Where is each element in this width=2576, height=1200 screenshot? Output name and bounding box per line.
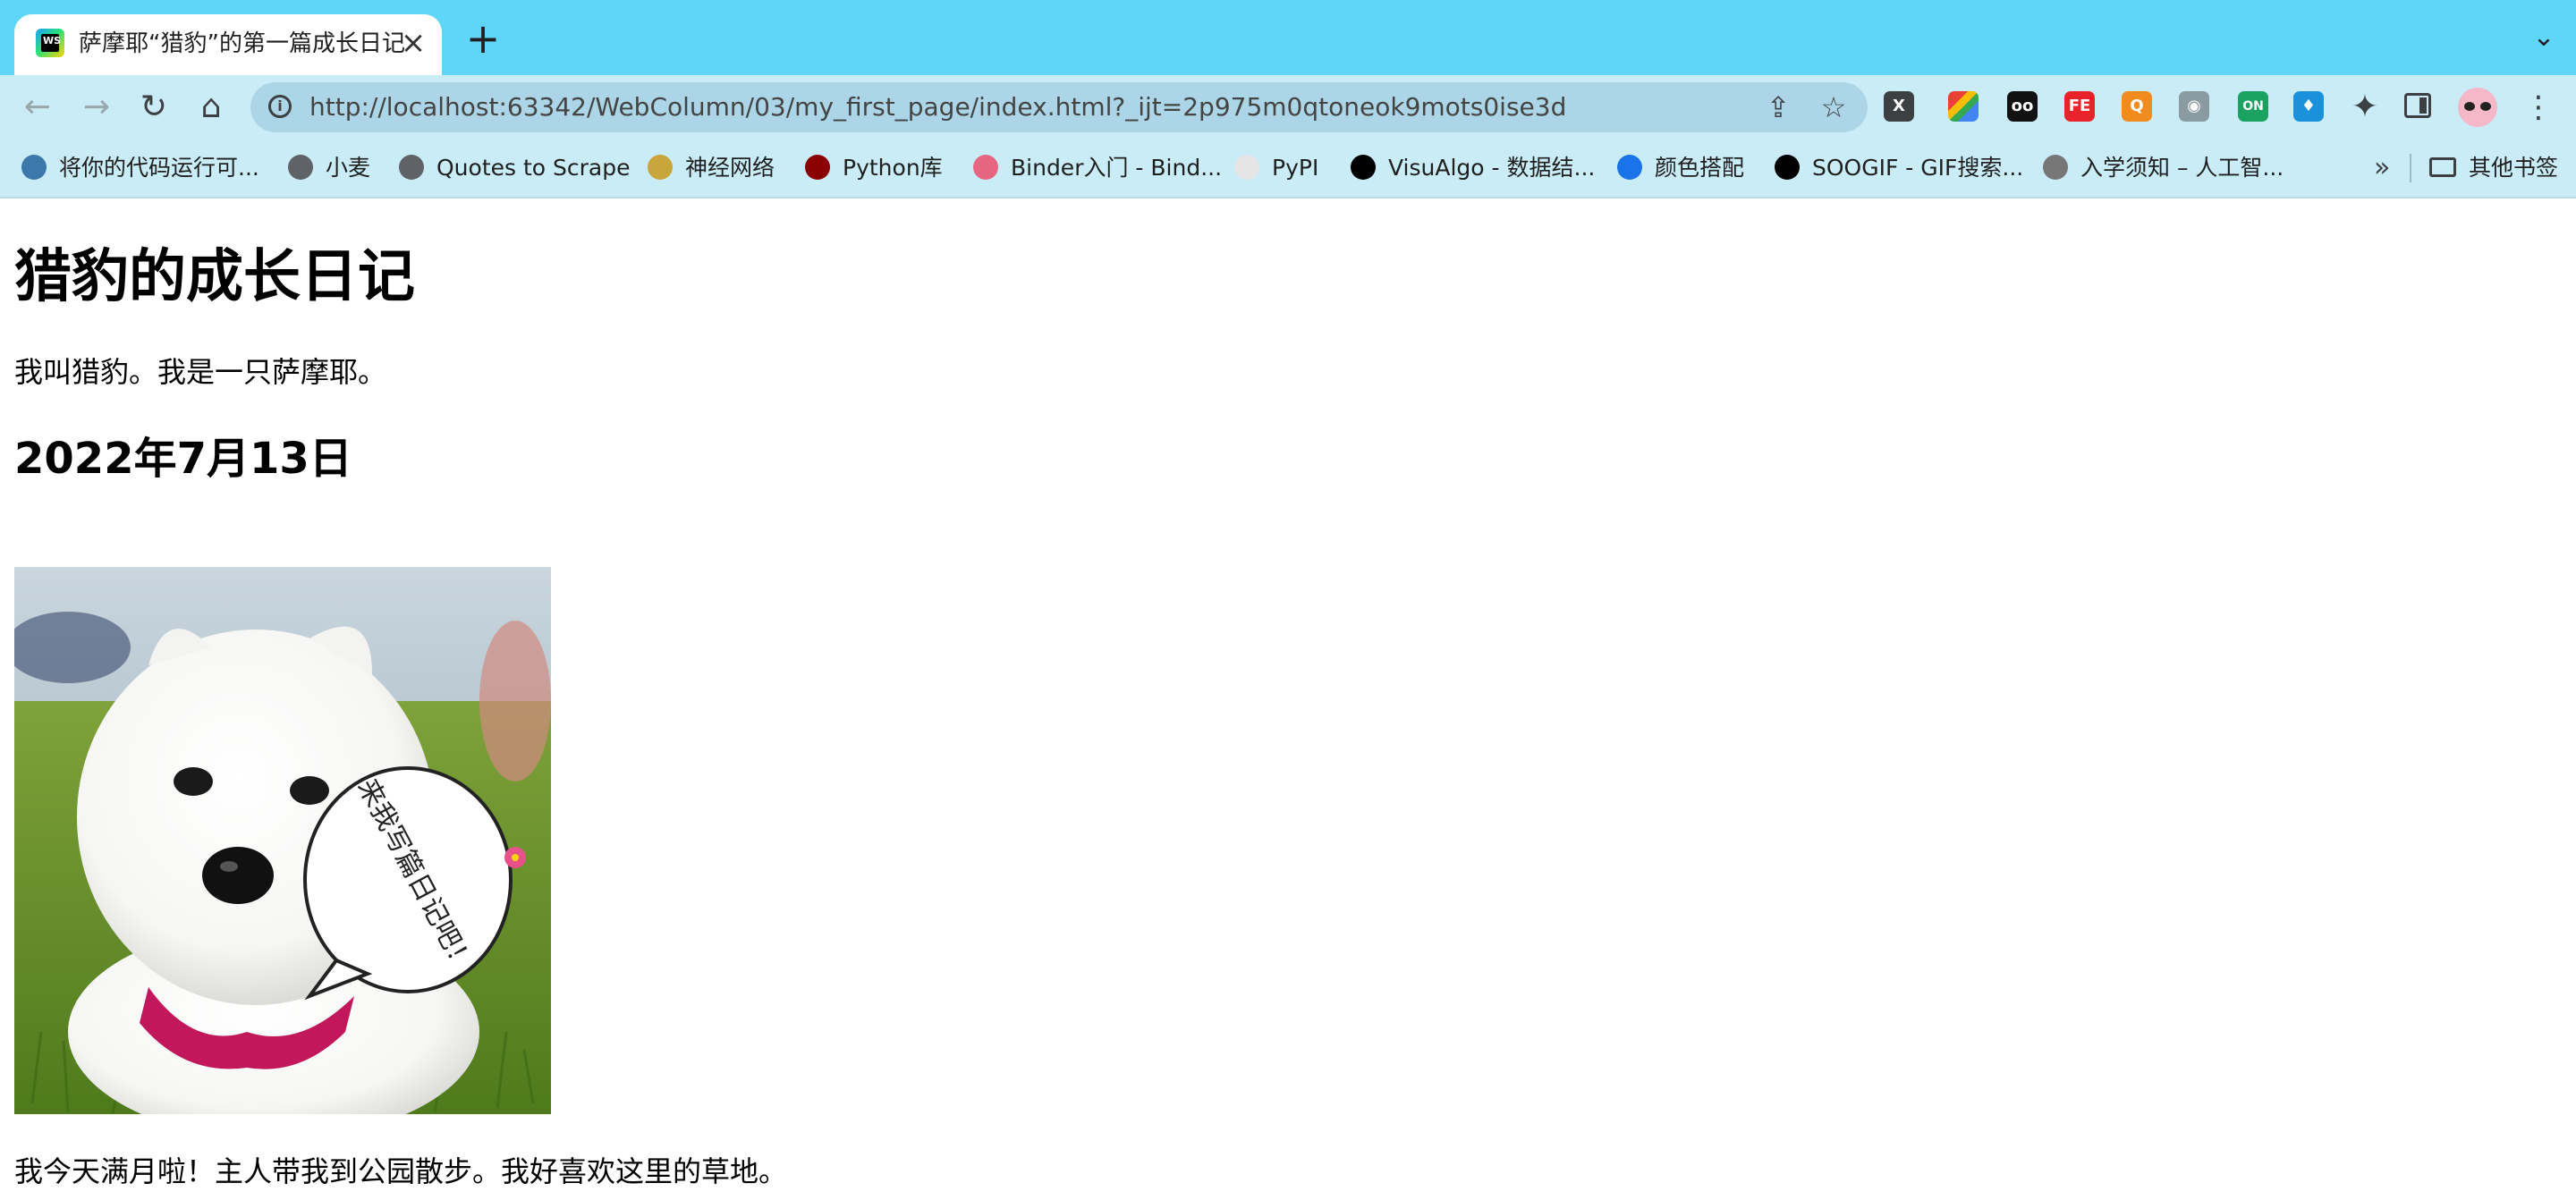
bookmarks-divider [2410,154,2411,182]
bookmark-favicon-icon [2043,155,2068,180]
bookmark-favicon-icon [399,155,424,180]
webstorm-favicon-icon: WS [36,29,64,57]
bookmarks-bar: 将你的代码运行可... 小麦 Quotes to Scrape 神经网络 Python库… [0,139,2576,199]
bookmark-favicon-icon [288,155,313,180]
bookmark-star-icon[interactable]: ☆ [1818,91,1850,123]
site-info-icon[interactable]: i [268,95,292,118]
tab-strip: WS 萨摩耶“猎豹”的第一篇成长日记 × + ⌄ [0,0,2576,75]
diary-entry-paragraph: 我今天满月啦！主人带我到公园散步。我好喜欢这里的草地。 [14,1154,788,1188]
bookmark-label: 神经网络 [685,155,775,181]
bookmark-label: Binder入门 - Bind... [1011,155,1223,181]
bookmark-item[interactable]: 小麦 [288,152,370,184]
bookmark-item[interactable]: PyPI [1234,152,1318,184]
url-text[interactable]: http://localhost:63342/WebColumn/03/my_f… [309,94,1566,121]
reload-button[interactable]: ↻ [136,89,172,125]
palette-extension-icon[interactable] [1948,91,1979,122]
other-bookmarks-folder[interactable]: 其他书签 [2429,152,2558,184]
side-panel-icon[interactable] [2404,93,2431,118]
bookmark-favicon-icon [21,155,47,180]
home-button[interactable]: ⌂ [193,89,229,125]
bookmark-item[interactable]: 入学须知 – 人工智... [2043,152,2284,184]
bookmark-favicon-icon [1234,155,1259,180]
browser-menu-icon[interactable]: ⋮ [2521,89,2556,125]
orange-extension-icon[interactable]: Q [2122,91,2152,122]
folder-icon [2429,157,2456,177]
tab-search-chevron-icon[interactable]: ⌄ [2531,24,2556,51]
address-bar[interactable]: i http://localhost:63342/WebColumn/03/my… [250,82,1868,132]
bookmark-item[interactable]: 神经网络 [648,152,775,184]
bookmark-favicon-icon [805,155,830,180]
bookmark-favicon-icon [1351,155,1376,180]
bookmark-label: PyPI [1272,155,1319,181]
bookmark-item[interactable]: SOOGIF - GIF搜索... [1775,152,2023,184]
bookmark-label: SOOGIF - GIF搜索... [1812,155,2024,181]
close-tab-icon[interactable]: × [397,27,429,59]
new-tab-button[interactable]: + [465,18,501,59]
bird-extension-icon[interactable]: ♦ [2293,91,2324,122]
bookmarks-more-button[interactable]: » [2374,152,2390,184]
profile-avatar[interactable] [2458,88,2497,127]
bookmark-label: 颜色搭配 [1655,155,1745,181]
on-extension-icon[interactable]: ON [2238,91,2268,122]
fe-extension-icon[interactable]: FE [2064,91,2095,122]
bookmark-favicon-icon [648,155,673,180]
bookmark-favicon-icon [973,155,998,180]
bookmark-item[interactable]: 将你的代码运行可... [21,152,259,184]
bookmark-favicon-icon [1617,155,1642,180]
back-button[interactable]: ← [20,89,55,125]
page-title: 猎豹的成长日记 [14,244,415,310]
bookmark-label: Quotes to Scrape [436,155,631,181]
bookmark-label: 入学须知 – 人工智... [2080,155,2284,181]
bookmark-item[interactable]: Python库 [805,152,943,184]
bookmark-item[interactable]: Quotes to Scrape [399,152,630,184]
active-tab[interactable]: WS 萨摩耶“猎豹”的第一篇成长日记 × [14,14,442,75]
extensions-puzzle-icon[interactable]: ✦ [2347,89,2383,125]
diary-date-heading: 2022年7月13日 [14,434,352,484]
bookmark-item[interactable]: VisuAlgo - 数据结... [1351,152,1595,184]
bookmark-label: VisuAlgo - 数据结... [1388,155,1596,181]
camera-extension-icon[interactable]: ◉ [2179,91,2209,122]
tab-title: 萨摩耶“猎豹”的第一篇成长日记 [79,30,405,57]
forward-button[interactable]: → [79,89,114,125]
glasses-extension-icon[interactable]: oo [2007,91,2038,122]
share-icon[interactable]: ⇪ [1762,91,1794,123]
bookmark-item[interactable]: 颜色搭配 [1617,152,1744,184]
bookmark-label: 小麦 [326,155,371,181]
x-extension-icon[interactable]: X [1884,91,1914,122]
bookmark-item[interactable]: Binder入门 - Bind... [973,152,1222,184]
samoyed-puppy-photo: 来我写篇日记吧！ [14,567,551,1114]
intro-paragraph: 我叫猎豹。我是一只萨摩耶。 [14,355,387,389]
bookmark-label: 将你的代码运行可... [59,155,259,181]
bookmark-favicon-icon [1775,155,1800,180]
bookmark-label: Python库 [843,155,943,181]
